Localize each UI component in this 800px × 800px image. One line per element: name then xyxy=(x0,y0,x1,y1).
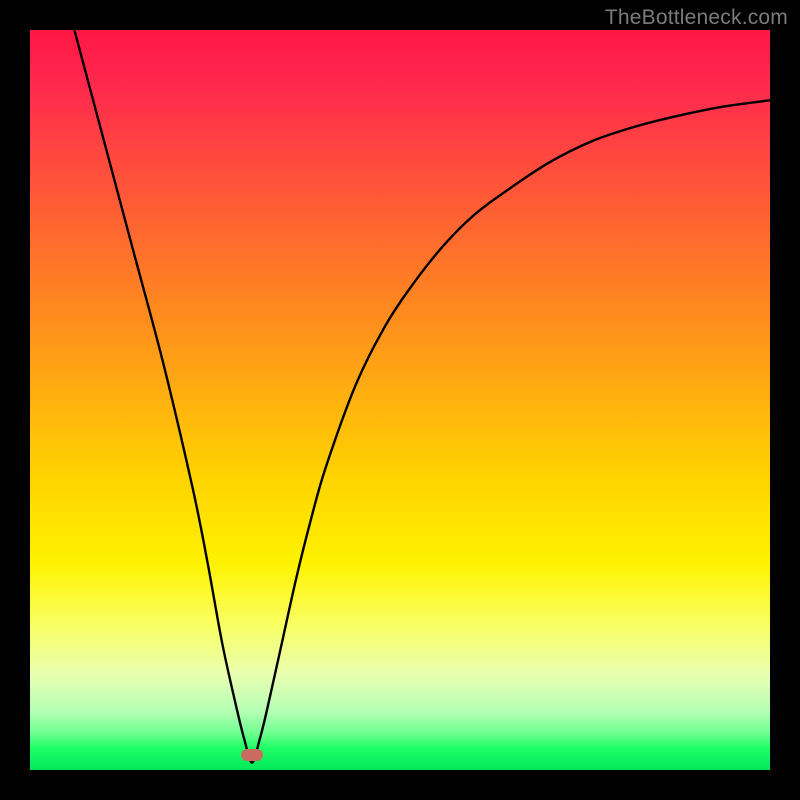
optimal-point-marker xyxy=(241,749,263,761)
chart-plot-area xyxy=(30,30,770,770)
bottleneck-curve xyxy=(30,30,770,770)
watermark-text: TheBottleneck.com xyxy=(605,6,788,30)
